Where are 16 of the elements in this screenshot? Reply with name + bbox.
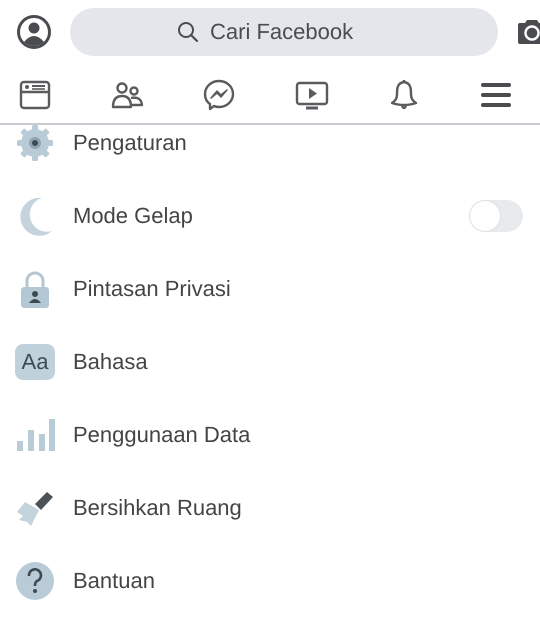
menu-item-label: Penggunaan Data — [73, 422, 252, 448]
menu-item[interactable]: Mode Gelap — [0, 179, 540, 252]
menu-item-label: Pintasan Privasi — [73, 276, 232, 302]
menu-item-label: Bahasa — [73, 348, 149, 374]
menu-item[interactable]: Pintasan Privasi — [0, 252, 540, 325]
language-icon: Aa — [15, 344, 55, 380]
menu-item[interactable]: Pengaturan — [0, 125, 540, 179]
search-field[interactable]: Cari Facebook — [70, 8, 498, 56]
menu-item[interactable]: Penggunaan Data — [0, 398, 540, 471]
menu-item[interactable]: Aa Bahasa — [0, 325, 540, 398]
menu-item[interactable]: Bantuan — [0, 544, 540, 617]
menu-item-label: Pengaturan — [73, 130, 188, 156]
menu-item[interactable]: Bersihkan Ruang — [0, 471, 540, 544]
menu-item-label: Bersihkan Ruang — [73, 494, 243, 520]
menu-item-label: Bantuan — [73, 568, 156, 594]
menu-item-label: Mode Gelap — [73, 202, 194, 228]
